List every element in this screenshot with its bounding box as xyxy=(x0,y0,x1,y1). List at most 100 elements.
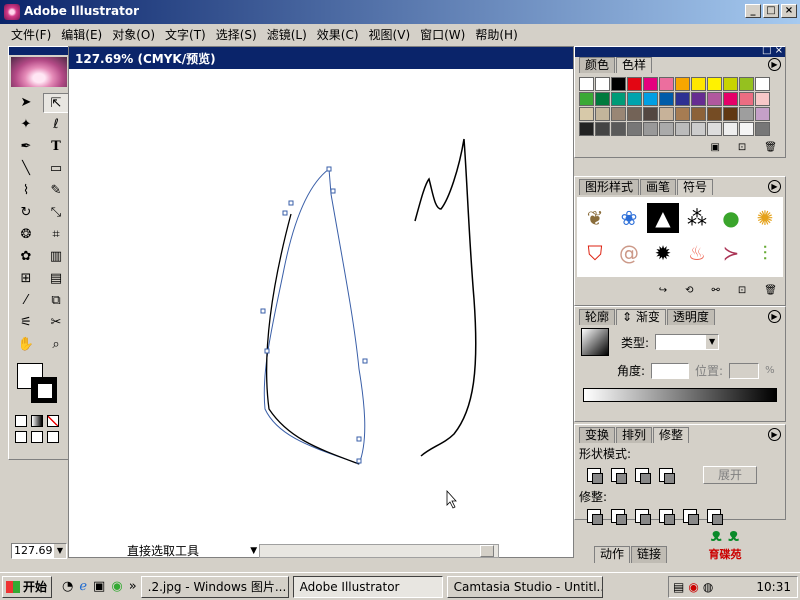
gradient-icon[interactable]: ▤ xyxy=(43,269,69,289)
menu-select[interactable]: 选择(S) xyxy=(211,24,262,44)
symbol-splash-icon[interactable]: ✺ xyxy=(749,203,781,233)
menu-object[interactable]: 对象(O) xyxy=(107,24,160,44)
zoom-level-field[interactable]: 127.69 ▼ xyxy=(11,543,67,559)
swatch-chip[interactable] xyxy=(723,107,738,121)
show-swatches-icon[interactable]: ▣ xyxy=(710,142,719,153)
none-mode-button[interactable] xyxy=(47,415,59,427)
toolbox-titlebar[interactable] xyxy=(9,47,69,55)
minimize-button[interactable]: _ xyxy=(745,4,761,18)
gradient-type-select[interactable]: ▼ xyxy=(655,334,720,350)
swatch-chip[interactable] xyxy=(627,107,642,121)
swatch-chip[interactable] xyxy=(643,107,658,121)
outline-icon[interactable] xyxy=(683,509,699,525)
swatch-chip[interactable] xyxy=(659,107,674,121)
gradient-angle-input[interactable] xyxy=(651,362,690,379)
anchor-point[interactable] xyxy=(356,458,362,464)
anchor-point[interactable] xyxy=(264,348,270,354)
free-transform-icon[interactable]: ⌗ xyxy=(43,225,69,245)
menu-effect[interactable]: 效果(C) xyxy=(312,24,364,44)
document-title[interactable]: 127.69% (CMYK/预览) xyxy=(69,47,573,69)
black-stroke-path[interactable] xyxy=(414,138,477,457)
full-screen-menu-mode-button[interactable] xyxy=(31,431,43,443)
subtract-shape-icon[interactable] xyxy=(611,468,627,484)
tab-brushes[interactable]: 画笔 xyxy=(640,179,677,195)
tray-audio-icon[interactable]: ◍ xyxy=(703,580,713,594)
expand-button[interactable]: 展开 xyxy=(703,466,757,484)
blend-icon[interactable]: ⧉ xyxy=(43,291,69,311)
swatch-chip[interactable] xyxy=(579,77,594,91)
anchor-point[interactable] xyxy=(326,166,332,172)
swatch-chip[interactable] xyxy=(739,77,754,91)
swatch-chip[interactable] xyxy=(691,107,706,121)
symbol-burst-icon[interactable]: ✹ xyxy=(647,238,679,268)
swatch-chip[interactable] xyxy=(755,107,770,121)
swatch-chip[interactable] xyxy=(675,92,690,106)
swatch-chip[interactable] xyxy=(659,77,674,91)
tab-links[interactable]: 链接 xyxy=(631,546,668,563)
tab-align[interactable]: 排列 xyxy=(616,427,653,443)
task-camtasia[interactable]: Camtasia Studio - Untitl... xyxy=(446,575,603,598)
anchor-point[interactable] xyxy=(282,210,288,216)
tab-transform[interactable]: 变换 xyxy=(579,427,616,443)
replace-symbol-icon[interactable]: ⟲ xyxy=(685,285,693,296)
paintbrush-icon[interactable]: ⌇ xyxy=(13,181,39,201)
swatch-chip[interactable] xyxy=(691,92,706,106)
tray-record-icon[interactable]: ◉ xyxy=(688,580,698,594)
panel-menu-icon[interactable]: ▶ xyxy=(768,310,781,323)
swatch-chip[interactable] xyxy=(611,122,626,136)
swatch-chip[interactable] xyxy=(643,122,658,136)
rotate-icon[interactable]: ↻ xyxy=(13,203,39,223)
anchor-point[interactable] xyxy=(362,358,368,364)
graph-icon[interactable]: ▥ xyxy=(43,247,69,267)
tab-swatches[interactable]: 色样 xyxy=(616,57,653,73)
artboard-canvas[interactable] xyxy=(69,69,573,539)
swatch-chip[interactable] xyxy=(595,122,610,136)
swatch-chip[interactable] xyxy=(675,122,690,136)
quick-launch-icon[interactable]: ◔ xyxy=(62,579,73,594)
swatch-chip[interactable] xyxy=(707,77,722,91)
menu-file[interactable]: 文件(F) xyxy=(6,24,56,44)
symbol-arrow-sign-icon[interactable]: ▲ xyxy=(647,203,679,233)
tab-symbols[interactable]: 符号 xyxy=(677,179,714,195)
hand-icon[interactable]: ✋ xyxy=(13,335,39,355)
line-icon[interactable]: ╲ xyxy=(13,159,39,179)
symbol-sprayer-icon[interactable]: ✿ xyxy=(13,247,39,267)
gradient-slider[interactable] xyxy=(583,388,777,402)
merge-icon[interactable] xyxy=(635,509,651,525)
symbol-butterfly-icon[interactable]: ❀ xyxy=(613,203,645,233)
trim-icon[interactable] xyxy=(611,509,627,525)
panel-menu-icon[interactable]: ▶ xyxy=(768,58,781,71)
selection-icon[interactable]: ➤ xyxy=(13,93,39,113)
color-mode-button[interactable] xyxy=(15,415,27,427)
horizontal-scrollbar[interactable] xyxy=(259,544,499,558)
swatch-chip[interactable] xyxy=(627,77,642,91)
swatch-chip[interactable] xyxy=(579,122,594,136)
swatch-chip[interactable] xyxy=(755,77,770,91)
swatch-chip[interactable] xyxy=(755,122,770,136)
tray-icon[interactable]: ▤ xyxy=(673,580,684,594)
divide-icon[interactable] xyxy=(587,509,603,525)
symbol-apple-icon[interactable]: ● xyxy=(715,203,747,233)
selected-leaf-path[interactable] xyxy=(263,168,366,465)
swatch-chip[interactable] xyxy=(627,122,642,136)
eyedropper-icon[interactable]: ⁄ xyxy=(13,291,39,311)
menu-type[interactable]: 文字(T) xyxy=(160,24,211,44)
panel-menu-icon[interactable]: ▶ xyxy=(768,428,781,441)
add-shape-icon[interactable] xyxy=(587,468,603,484)
mesh-icon[interactable]: ⊞ xyxy=(13,269,39,289)
swatch-chip[interactable] xyxy=(755,92,770,106)
chevron-down-icon[interactable]: ▼ xyxy=(54,544,66,558)
symbol-fish-icon[interactable]: ≻ xyxy=(715,238,747,268)
delete-symbol-icon[interactable]: 🗑 xyxy=(764,285,777,296)
swatch-chip[interactable] xyxy=(723,92,738,106)
swatch-chip[interactable] xyxy=(723,77,738,91)
maximize-button[interactable]: □ xyxy=(763,4,779,18)
task-illustrator[interactable]: Adobe Illustrator xyxy=(292,575,443,598)
scale-icon[interactable]: ⤡ xyxy=(43,203,69,223)
swatch-chip[interactable] xyxy=(707,107,722,121)
pen-icon[interactable]: ✒ xyxy=(13,137,39,157)
swatch-chip[interactable] xyxy=(611,92,626,106)
symbol-bamboo-icon[interactable]: ⫶ xyxy=(749,238,781,268)
magic-wand-icon[interactable]: ✦ xyxy=(13,115,39,135)
swatch-chip[interactable] xyxy=(659,122,674,136)
